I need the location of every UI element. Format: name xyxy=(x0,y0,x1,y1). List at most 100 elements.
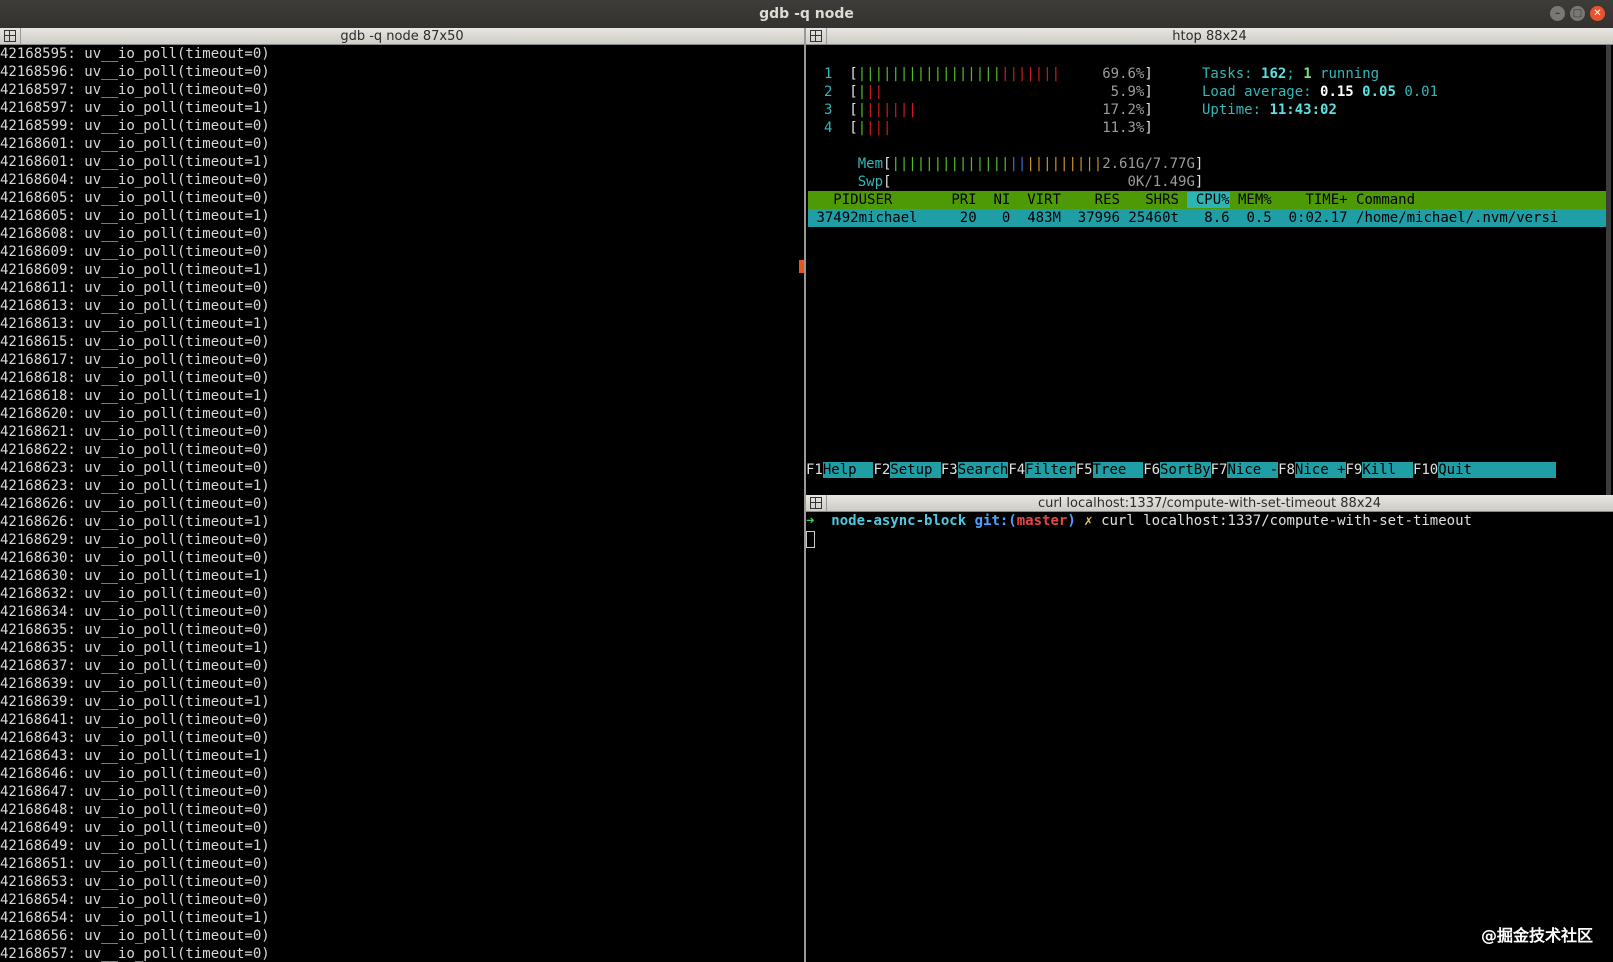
fkey-f3[interactable]: F3Search xyxy=(940,461,1009,479)
gdb-output-line: 42168605: uv__io_poll(timeout=0) xyxy=(0,190,270,206)
process-table-header[interactable]: PIDUSER PRI NI VIRT RES SHRS CPU% MEM% T… xyxy=(808,191,1606,209)
cpu-bar-system: |||||| xyxy=(866,102,917,118)
fkey-label: Filter xyxy=(1025,462,1076,478)
gdb-output-line: 42168657: uv__io_poll(timeout=0) xyxy=(0,946,270,962)
cpu-percent: 11.3% xyxy=(1102,120,1145,136)
left-pane-tab[interactable]: gdb -q node 87x50 xyxy=(0,28,804,45)
gdb-output-line: 42168597: uv__io_poll(timeout=1) xyxy=(0,100,270,116)
process-mem: 0.5 xyxy=(1246,210,1272,226)
scrollbar[interactable] xyxy=(1606,45,1611,500)
fkey-name: F7 xyxy=(1210,462,1228,478)
fkey-f2[interactable]: F2Setup xyxy=(873,461,941,479)
cpu-bar-user: | xyxy=(857,84,867,100)
gdb-output-line: 42168618: uv__io_poll(timeout=1) xyxy=(0,388,270,404)
column-header-virt[interactable]: VIRT xyxy=(1010,192,1061,208)
cpu-bar-system: ||| xyxy=(866,120,892,136)
cpu-percent: 17.2% xyxy=(1102,102,1145,118)
minimize-button[interactable]: – xyxy=(1550,6,1565,21)
window-title: gdb -q node xyxy=(759,6,854,22)
fkey-label: Tree xyxy=(1092,462,1144,478)
gdb-output-line: 42168641: uv__io_poll(timeout=0) xyxy=(0,712,270,728)
gdb-output-line: 42168605: uv__io_poll(timeout=1) xyxy=(0,208,270,224)
fkey-f9[interactable]: F9Kill xyxy=(1346,461,1413,479)
gdb-output-line: 42168639: uv__io_poll(timeout=1) xyxy=(0,694,270,710)
gdb-output-line: 42168626: uv__io_poll(timeout=0) xyxy=(0,496,270,512)
column-header-user[interactable]: USER xyxy=(859,192,935,208)
fkey-f10[interactable]: F10Quit xyxy=(1413,461,1557,479)
fkey-label: Help xyxy=(822,462,874,478)
cpu-bar-system: || xyxy=(866,84,884,100)
column-header-shr[interactable]: SHR xyxy=(1120,192,1170,208)
cursor-line[interactable] xyxy=(806,530,1613,548)
cpu-meter-4: 4 [|||| 11.3%] xyxy=(824,120,1153,136)
gdb-output-line: 42168609: uv__io_poll(timeout=0) xyxy=(0,244,270,260)
uptime-line: Uptime: 11:43:02 xyxy=(1202,102,1337,118)
process-row-selected[interactable]: 37492michael 20 0 483M 37996 25460t 8.6 … xyxy=(808,209,1606,227)
gdb-output-line: 42168621: uv__io_poll(timeout=0) xyxy=(0,424,270,440)
fkey-name: F3 xyxy=(940,462,958,478)
cpu-bar-user: ||||||||||||||||| xyxy=(857,66,1002,82)
curl-pane-title: curl localhost:1337/compute-with-set-tim… xyxy=(1037,496,1382,511)
column-header-pid[interactable]: PID xyxy=(808,192,858,208)
fkey-label: Setup xyxy=(890,462,941,478)
fkey-name: F1 xyxy=(806,462,823,478)
fkey-f7[interactable]: F7Nice - xyxy=(1210,461,1279,479)
htop-pane-tab[interactable]: htop 88x24 xyxy=(806,28,1613,45)
process-pid: 37492 xyxy=(816,210,859,226)
gdb-output-pane[interactable]: 42168595: uv__io_poll(timeout=0) 42168596… xyxy=(0,45,804,962)
column-header-res[interactable]: RES xyxy=(1061,192,1120,208)
column-header-pri[interactable]: PRI xyxy=(934,192,976,208)
fkey-f8[interactable]: F8Nice + xyxy=(1278,461,1346,479)
fkey-name: F2 xyxy=(873,462,891,478)
split-pane-icon[interactable] xyxy=(4,30,16,42)
gdb-output-line: 42168611: uv__io_poll(timeout=0) xyxy=(0,280,270,296)
process-time: 0:02.17 xyxy=(1288,210,1348,226)
column-header-cpu[interactable]: CPU% xyxy=(1187,192,1230,208)
left-pane-title: gdb -q node 87x50 xyxy=(340,29,464,44)
gdb-output-line: 42168643: uv__io_poll(timeout=0) xyxy=(0,730,270,746)
gdb-output-line: 42168649: uv__io_poll(timeout=0) xyxy=(0,820,270,836)
process-s: t xyxy=(1170,210,1179,226)
cpu-bar-system: ||||||| xyxy=(1001,66,1061,82)
gdb-output-line: 42168595: uv__io_poll(timeout=0) xyxy=(0,46,270,62)
column-header-time[interactable]: TIME+ xyxy=(1272,192,1347,208)
process-command: /home/michael/.nvm/versi xyxy=(1356,210,1559,226)
fkey-label: Kill xyxy=(1362,462,1413,478)
function-key-bar: F1Help F2Setup F3Search F4Filter F5Tree F6… xyxy=(806,461,1606,479)
gdb-output-line: 42168651: uv__io_poll(timeout=0) xyxy=(0,856,270,872)
column-header-ni[interactable]: NI xyxy=(977,192,1010,208)
gdb-output-line: 42168647: uv__io_poll(timeout=0) xyxy=(0,784,270,800)
fkey-f6[interactable]: F6SortBy xyxy=(1143,461,1211,479)
maximize-button[interactable]: □ xyxy=(1570,6,1585,21)
split-pane-icon[interactable] xyxy=(810,497,822,509)
cpu-percent: 69.6% xyxy=(1102,66,1145,82)
gdb-output-line: 42168653: uv__io_poll(timeout=0) xyxy=(0,874,270,890)
gdb-output-line: 42168639: uv__io_poll(timeout=0) xyxy=(0,676,270,692)
gdb-output-line: 42168632: uv__io_poll(timeout=0) xyxy=(0,586,270,602)
gdb-output-line: 42168601: uv__io_poll(timeout=0) xyxy=(0,136,270,152)
process-user: michael xyxy=(858,210,918,226)
curl-pane-tab[interactable]: curl localhost:1337/compute-with-set-tim… xyxy=(806,495,1613,512)
column-header-mem[interactable]: MEM% xyxy=(1230,192,1272,208)
gdb-output-line: 42168630: uv__io_poll(timeout=1) xyxy=(0,568,270,584)
column-header-s[interactable]: S xyxy=(1171,192,1188,208)
fkey-label: Search xyxy=(957,462,1009,478)
fkey-f5[interactable]: F5Tree xyxy=(1076,461,1144,479)
swap-value: 0K/1.49G xyxy=(1127,174,1195,190)
gdb-output-line: 42168637: uv__io_poll(timeout=0) xyxy=(0,658,270,674)
column-header-command[interactable]: Command xyxy=(1348,192,1415,208)
split-pane-icon[interactable] xyxy=(810,30,822,42)
close-button[interactable]: ✕ xyxy=(1590,6,1605,21)
fkey-f1[interactable]: F1Help xyxy=(806,461,874,479)
terminal-cursor xyxy=(806,530,815,548)
curl-pane[interactable]: ➜ node-async-block git:(master) ✗ curl l… xyxy=(806,512,1613,962)
gdb-output-line: 42168597: uv__io_poll(timeout=0) xyxy=(0,82,270,98)
gdb-output-line: 42168635: uv__io_poll(timeout=1) xyxy=(0,640,270,656)
gdb-output-line: 42168599: uv__io_poll(timeout=0) xyxy=(0,118,270,134)
cpu-id: 3 xyxy=(824,102,833,118)
fkey-label: Nice + xyxy=(1294,462,1346,478)
fkey-name: F6 xyxy=(1143,462,1161,478)
htop-pane[interactable]: 1 [|||||||||||||||||||||||| 69.6%] 2 [|||… xyxy=(806,45,1606,495)
fkey-f4[interactable]: F4Filter xyxy=(1008,461,1076,479)
fkey-label: Nice - xyxy=(1227,462,1279,478)
